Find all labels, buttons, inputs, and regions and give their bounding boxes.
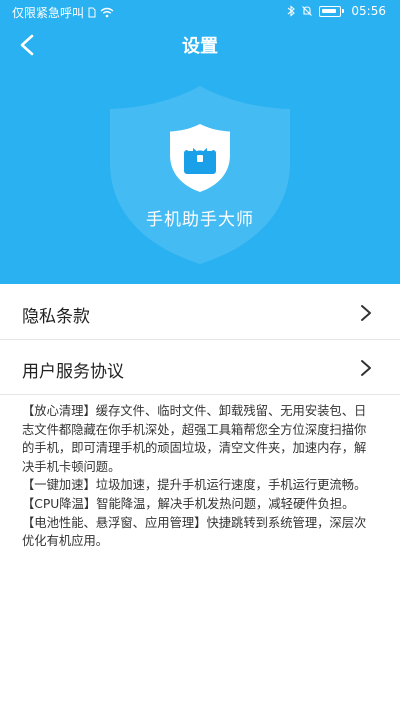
- carrier-text: 仅限紧急呼叫: [12, 6, 85, 20]
- header-banner: 仅限紧急呼叫 05:56 设置 手机助手大师: [0, 0, 400, 284]
- description-paragraph: 【放心清理】缓存文件、临时文件、卸载残留、无用安装包、日志文件都隐藏在你手机深处…: [22, 404, 367, 474]
- status-left: 仅限紧急呼叫: [12, 4, 114, 21]
- menu-item-privacy-policy[interactable]: 隐私条款: [0, 285, 400, 340]
- bluetooth-icon: [288, 5, 296, 17]
- description-paragraph: 【CPU降温】智能降温，解决手机发热问题，减轻硬件负担。: [22, 496, 355, 511]
- status-right: 05:56: [287, 4, 386, 18]
- battery-icon: [319, 5, 345, 17]
- shield-briefcase-icon: [170, 124, 230, 192]
- mute-icon: [302, 6, 313, 16]
- description-paragraph: 【电池性能、悬浮窗、应用管理】快捷跳转到系统管理，深层次优化有机应用。: [22, 515, 367, 549]
- description-paragraph: 【一键加速】垃圾加速，提升手机运行速度，手机运行更流畅。: [22, 478, 367, 493]
- status-bar: 仅限紧急呼叫 05:56: [0, 0, 400, 24]
- menu-item-user-agreement[interactable]: 用户服务协议: [0, 340, 400, 395]
- app-name: 手机助手大师: [146, 210, 254, 230]
- chevron-right-icon: [361, 305, 371, 321]
- feature-description: 【放心清理】缓存文件、临时文件、卸载残留、无用安装包、日志文件都隐藏在你手机深处…: [22, 402, 378, 551]
- page-title: 设置: [182, 36, 218, 57]
- wifi-icon: [100, 7, 114, 18]
- menu-item-label: 用户服务协议: [22, 362, 124, 382]
- menu-item-label: 隐私条款: [22, 307, 90, 327]
- clock-text: 05:56: [351, 4, 386, 18]
- nav-bar: 设置: [0, 24, 400, 66]
- sim-icon: [88, 7, 96, 18]
- chevron-right-icon: [361, 360, 371, 376]
